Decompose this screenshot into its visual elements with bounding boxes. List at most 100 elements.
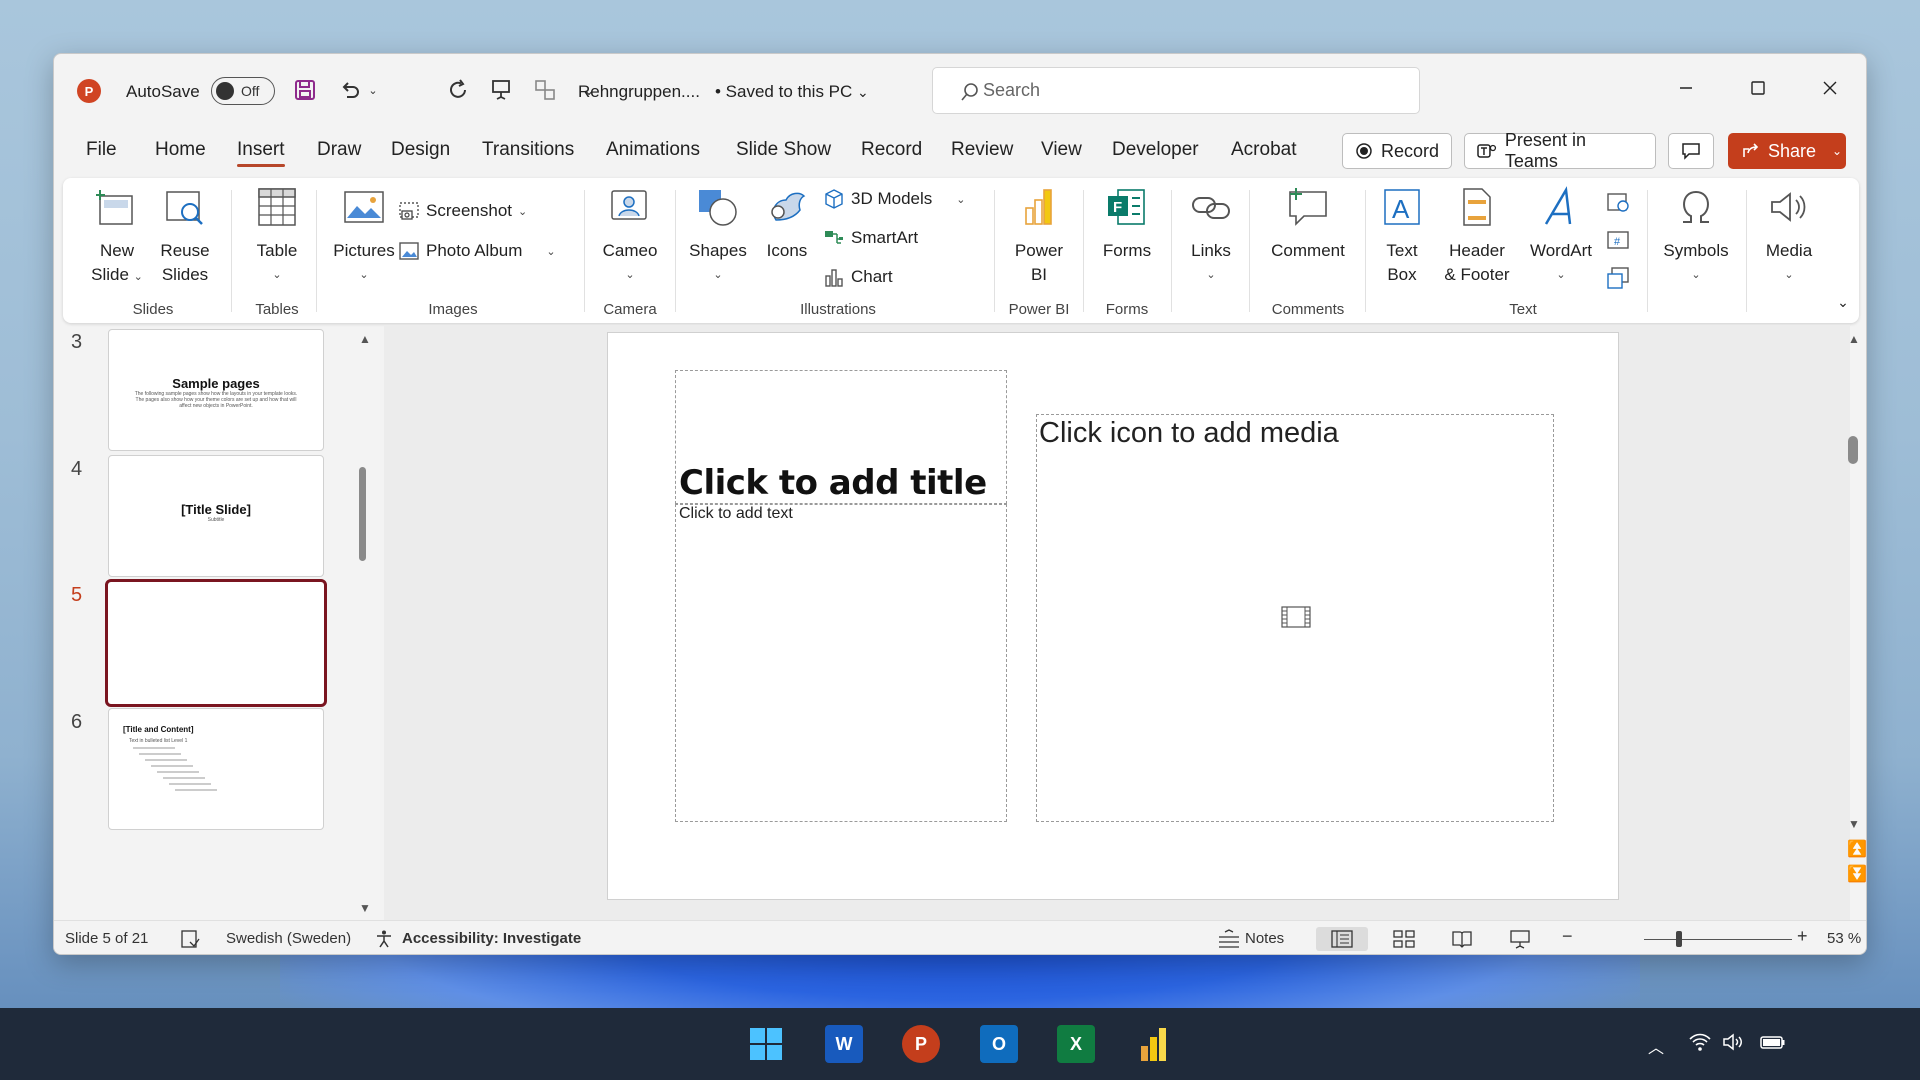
accessibility-status[interactable]: Accessibility: Investigate xyxy=(402,930,581,947)
save-status[interactable]: • Saved to this PC ⌄ xyxy=(715,82,869,102)
normal-view-icon[interactable] xyxy=(1316,927,1368,951)
thumbs-scroll-down-icon[interactable]: ▼ xyxy=(359,901,371,915)
tab-slide-show[interactable]: Slide Show xyxy=(736,139,831,161)
outlook-app-icon[interactable]: O xyxy=(980,1025,1018,1063)
reading-view-icon[interactable] xyxy=(1450,927,1474,951)
chart-button[interactable]: Chart xyxy=(823,266,893,288)
tab-record[interactable]: Record xyxy=(861,139,922,161)
title-placeholder[interactable]: Click to add title xyxy=(675,370,1007,504)
power-bi-button[interactable]: Power BI xyxy=(1001,186,1077,287)
3d-models-button[interactable]: 3D Models ⌄ xyxy=(823,188,965,210)
shapes-button[interactable]: Shapes ⌄ xyxy=(683,186,753,287)
slide-thumbnail-5[interactable] xyxy=(105,579,327,707)
media-button[interactable]: Media ⌄ xyxy=(1753,186,1825,287)
object-button[interactable] xyxy=(1603,266,1633,297)
present-in-teams-button[interactable]: Present in Teams xyxy=(1464,130,1656,171)
minimize-button[interactable] xyxy=(1663,68,1709,108)
tab-developer[interactable]: Developer xyxy=(1112,139,1199,161)
collapse-ribbon-icon[interactable]: ⌄ xyxy=(1833,290,1853,314)
screenshot-button[interactable]: Screenshot ⌄ xyxy=(398,200,527,222)
save-icon[interactable] xyxy=(291,76,319,104)
header-footer-button[interactable]: Header & Footer xyxy=(1435,186,1519,287)
word-app-icon[interactable]: W xyxy=(825,1025,863,1063)
redo-icon[interactable] xyxy=(444,76,472,104)
reuse-slides-button[interactable]: Reuse Slides xyxy=(153,186,217,287)
pictures-button[interactable]: Pictures ⌄ xyxy=(325,186,403,287)
comment-button[interactable]: Comment xyxy=(1259,186,1357,263)
maximize-button[interactable] xyxy=(1735,68,1781,108)
close-button[interactable] xyxy=(1807,68,1853,108)
editor-scroll-down-icon[interactable]: ▼ xyxy=(1848,817,1860,831)
thumbs-scroll-up-icon[interactable]: ▲ xyxy=(359,332,371,346)
tab-transitions[interactable]: Transitions xyxy=(482,139,574,161)
slide-sorter-icon[interactable] xyxy=(1392,927,1416,951)
forms-button[interactable]: F Forms xyxy=(1091,186,1163,263)
wifi-icon[interactable] xyxy=(1688,1032,1712,1058)
slide-canvas[interactable]: Click to add title Click to add text Cli… xyxy=(607,332,1619,900)
slide-counter[interactable]: Slide 5 of 21 xyxy=(65,930,148,947)
zoom-slider-thumb[interactable] xyxy=(1676,931,1682,947)
links-button[interactable]: Links ⌄ xyxy=(1179,186,1243,287)
thumbs-scrollbar[interactable] xyxy=(359,467,366,561)
battery-icon[interactable] xyxy=(1760,1032,1786,1058)
media-placeholder[interactable]: Click icon to add media xyxy=(1036,414,1554,822)
text-box-button[interactable]: A Text Box xyxy=(1373,186,1431,287)
share-button[interactable]: Share ⌄ xyxy=(1728,133,1846,169)
smartart-label: SmartArt xyxy=(851,228,919,247)
tab-home[interactable]: Home xyxy=(155,139,206,161)
slide-thumbnail-3[interactable]: Sample pages The following sample pages … xyxy=(108,329,324,451)
present-from-start-icon[interactable] xyxy=(487,76,515,104)
tab-review[interactable]: Review xyxy=(951,139,1013,161)
slide-thumbnail-4[interactable]: [Title Slide] Subtitle xyxy=(108,455,324,577)
search-input[interactable]: Search xyxy=(932,67,1420,114)
language[interactable]: Swedish (Sweden) xyxy=(226,930,351,947)
symbols-button[interactable]: Symbols ⌄ xyxy=(1655,186,1737,287)
tab-animations[interactable]: Animations xyxy=(606,139,700,161)
editor-scroll-up-icon[interactable]: ▲ xyxy=(1848,332,1860,346)
accessibility-icon[interactable] xyxy=(372,927,396,951)
tab-acrobat[interactable]: Acrobat xyxy=(1231,139,1296,161)
table-button[interactable]: Table ⌄ xyxy=(241,186,313,287)
smartart-icon xyxy=(825,231,843,244)
editor-scrollbar[interactable] xyxy=(1848,436,1858,464)
svg-text:A: A xyxy=(1392,194,1410,224)
comments-button[interactable] xyxy=(1668,133,1714,169)
next-slide-icon[interactable]: ⏬ xyxy=(1847,864,1866,884)
spelling-check-icon[interactable] xyxy=(178,927,202,951)
zoom-in-button[interactable]: + xyxy=(1797,926,1808,947)
slide-show-icon[interactable] xyxy=(1508,927,1532,951)
wordart-button[interactable]: WordArt ⌄ xyxy=(1521,186,1601,287)
tab-insert[interactable]: Insert xyxy=(237,139,285,167)
tab-design[interactable]: Design xyxy=(391,139,450,161)
undo-dropdown-icon[interactable]: ⌄ xyxy=(359,76,387,104)
zoom-level[interactable]: 53 % xyxy=(1827,930,1861,947)
previous-slide-icon[interactable]: ⏫ xyxy=(1847,839,1866,859)
arrange-icon[interactable] xyxy=(531,76,559,104)
zoom-out-button[interactable]: − xyxy=(1562,926,1573,947)
slide-thumbnail-6[interactable]: [Title and Content] Text in bulleted lis… xyxy=(108,708,324,830)
tab-file[interactable]: File xyxy=(86,139,117,161)
volume-icon[interactable] xyxy=(1722,1032,1746,1058)
icons-button[interactable]: Icons xyxy=(756,186,818,263)
text-placeholder[interactable]: Click to add text xyxy=(675,504,1007,822)
document-name[interactable]: Rehngruppen.... xyxy=(578,82,700,102)
date-time-button[interactable] xyxy=(1603,190,1633,221)
tab-view[interactable]: View xyxy=(1041,139,1082,161)
record-button[interactable]: Record xyxy=(1342,133,1452,169)
new-slide-button[interactable]: New Slide ⌄ xyxy=(85,186,149,289)
powerpoint-app-icon[interactable]: P xyxy=(902,1025,940,1063)
zoom-slider[interactable] xyxy=(1644,939,1792,940)
photo-album-button[interactable]: Photo Album ⌄ xyxy=(398,240,556,262)
start-button-icon[interactable] xyxy=(747,1025,785,1063)
slide-number-button[interactable]: # xyxy=(1603,228,1633,259)
insert-video-icon[interactable] xyxy=(1281,605,1311,629)
smartart-button[interactable]: SmartArt xyxy=(823,227,918,249)
share-dropdown-icon[interactable]: ⌄ xyxy=(1832,144,1842,158)
cameo-button[interactable]: Cameo ⌄ xyxy=(592,186,668,287)
autosave-toggle[interactable]: Off xyxy=(211,77,275,105)
tray-chevron-up-icon[interactable]: ︿ xyxy=(1648,1034,1664,1058)
power-bi-app-icon[interactable] xyxy=(1135,1025,1173,1063)
excel-app-icon[interactable]: X xyxy=(1057,1025,1095,1063)
notes-button[interactable]: Notes xyxy=(1245,930,1284,947)
tab-draw[interactable]: Draw xyxy=(317,139,361,161)
